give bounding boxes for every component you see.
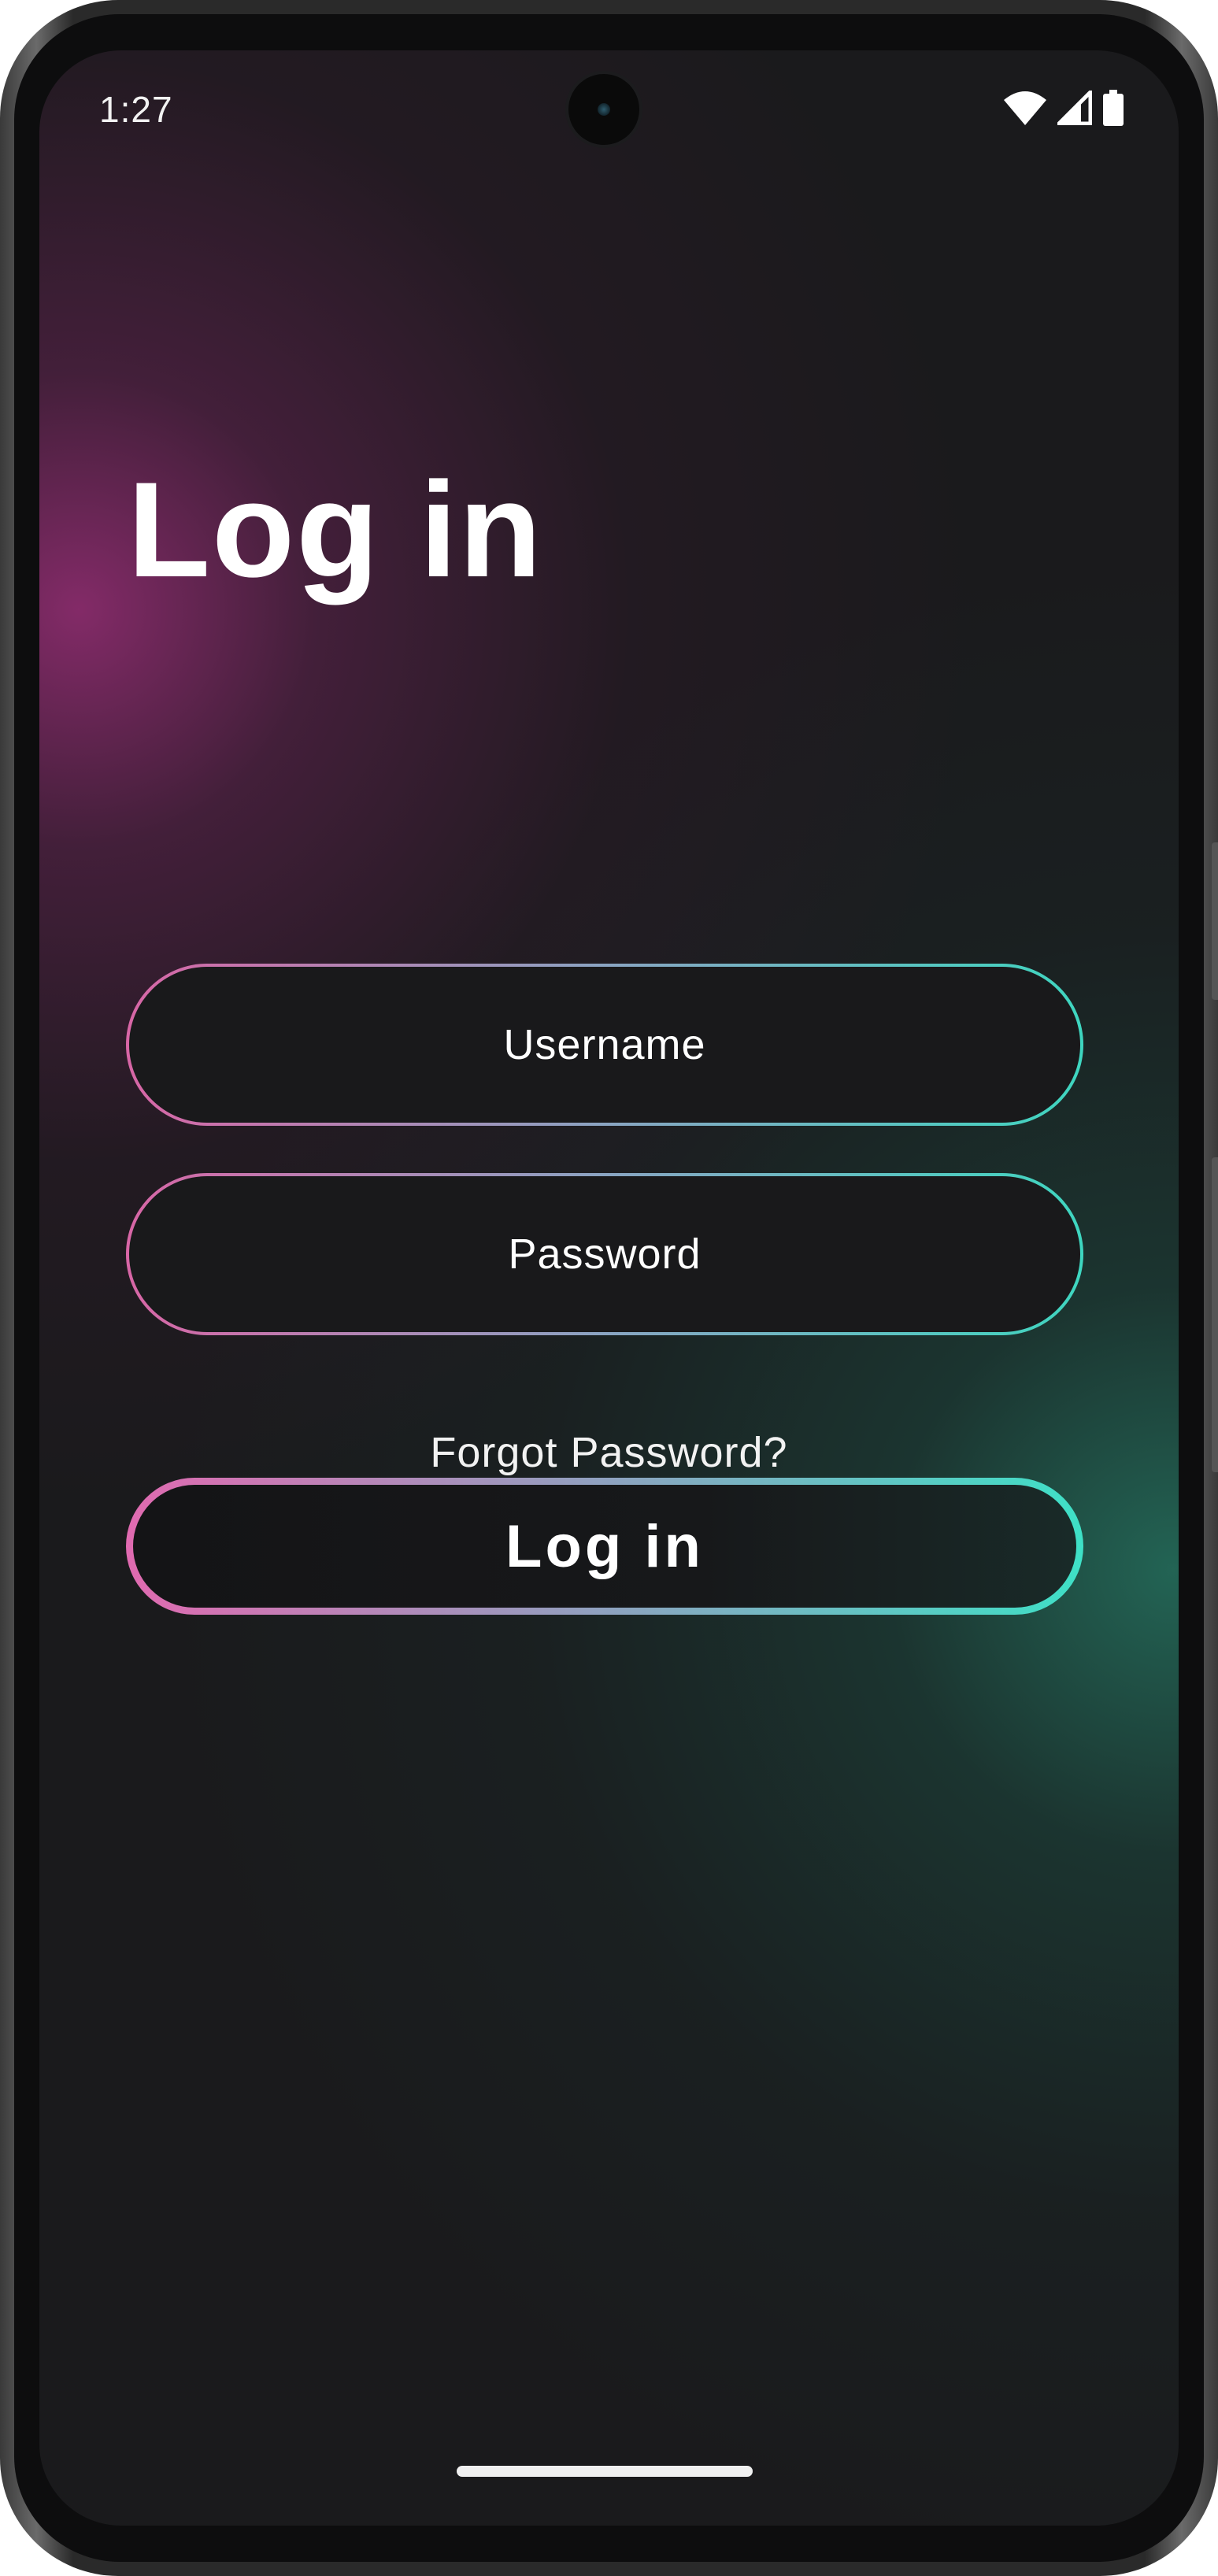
login-screen: 1:27 Log in Username Forgot Password? Lo… [39,50,1179,2526]
power-button [1212,842,1218,1000]
username-field-inner [129,967,1080,1123]
phone-frame: 1:27 Log in Username Forgot Password? Lo… [0,0,1218,2576]
username-field [126,964,1083,1126]
status-icons [1004,90,1124,126]
password-field-inner [129,1176,1080,1332]
password-input[interactable] [222,1229,987,1279]
password-field [126,1173,1083,1335]
wifi-icon [1004,91,1046,125]
home-indicator[interactable] [457,2466,753,2477]
battery-icon [1103,90,1124,126]
camera-lens [598,103,610,116]
login-button[interactable]: Log in [126,1478,1083,1615]
front-camera [568,74,639,145]
page-title: Log in [128,454,543,605]
login-button-label: Log in [133,1485,1076,1608]
forgot-password-link[interactable]: Forgot Password? [39,1428,1179,1477]
status-bar: 1:27 [39,50,1179,168]
username-input[interactable] [222,1020,987,1070]
signal-icon [1057,91,1092,125]
volume-button [1212,1157,1218,1472]
status-time: 1:27 [99,89,173,130]
